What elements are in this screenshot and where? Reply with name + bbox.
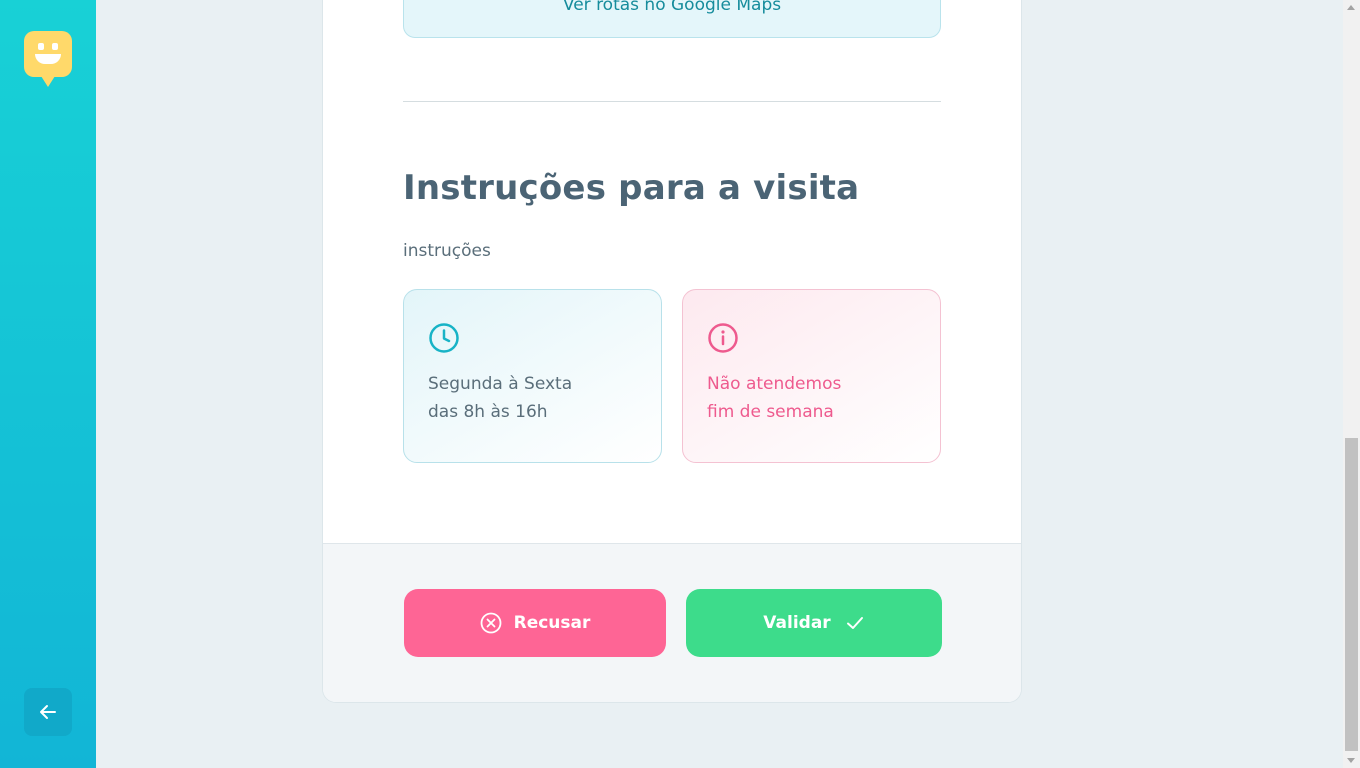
- google-maps-link[interactable]: Ver rotas no Google Maps: [403, 0, 941, 38]
- refuse-button-label: Recusar: [513, 613, 591, 633]
- back-button[interactable]: [24, 688, 72, 736]
- check-icon: [846, 617, 863, 629]
- sidebar: [0, 0, 96, 768]
- opening-hours-days: Segunda à Sexta: [428, 374, 573, 394]
- info-icon: [708, 323, 738, 353]
- instructions-text: instruções: [403, 241, 491, 261]
- visit-card: Ver rotas no Google Maps Instruções para…: [322, 0, 1022, 703]
- instructions-title: Instruções para a visita: [403, 168, 860, 208]
- action-footer: Recusar Validar: [323, 543, 1021, 702]
- closed-notice-line1: Não atendemos: [707, 374, 842, 394]
- validate-button-label: Validar: [763, 613, 831, 633]
- scroll-up-arrow-icon[interactable]: [1347, 5, 1355, 10]
- closed-notice-box: Não atendemos fim de semana: [682, 289, 941, 463]
- logo-smiley-icon[interactable]: [24, 31, 72, 87]
- arrow-left-icon: [40, 705, 56, 719]
- section-divider: [403, 101, 941, 102]
- google-maps-link-label: Ver rotas no Google Maps: [562, 0, 782, 15]
- clock-icon: [429, 323, 459, 353]
- scroll-down-arrow-icon[interactable]: [1347, 758, 1355, 763]
- opening-hours-box: Segunda à Sexta das 8h às 16h: [403, 289, 662, 463]
- refuse-button[interactable]: Recusar: [404, 589, 666, 657]
- validate-button[interactable]: Validar: [686, 589, 942, 657]
- opening-hours-time: das 8h às 16h: [428, 402, 548, 422]
- scroll-thumb[interactable]: [1345, 438, 1358, 751]
- page-scrollbar[interactable]: [1343, 0, 1360, 768]
- x-circle-icon: [480, 612, 502, 634]
- closed-notice-line2: fim de semana: [707, 402, 834, 422]
